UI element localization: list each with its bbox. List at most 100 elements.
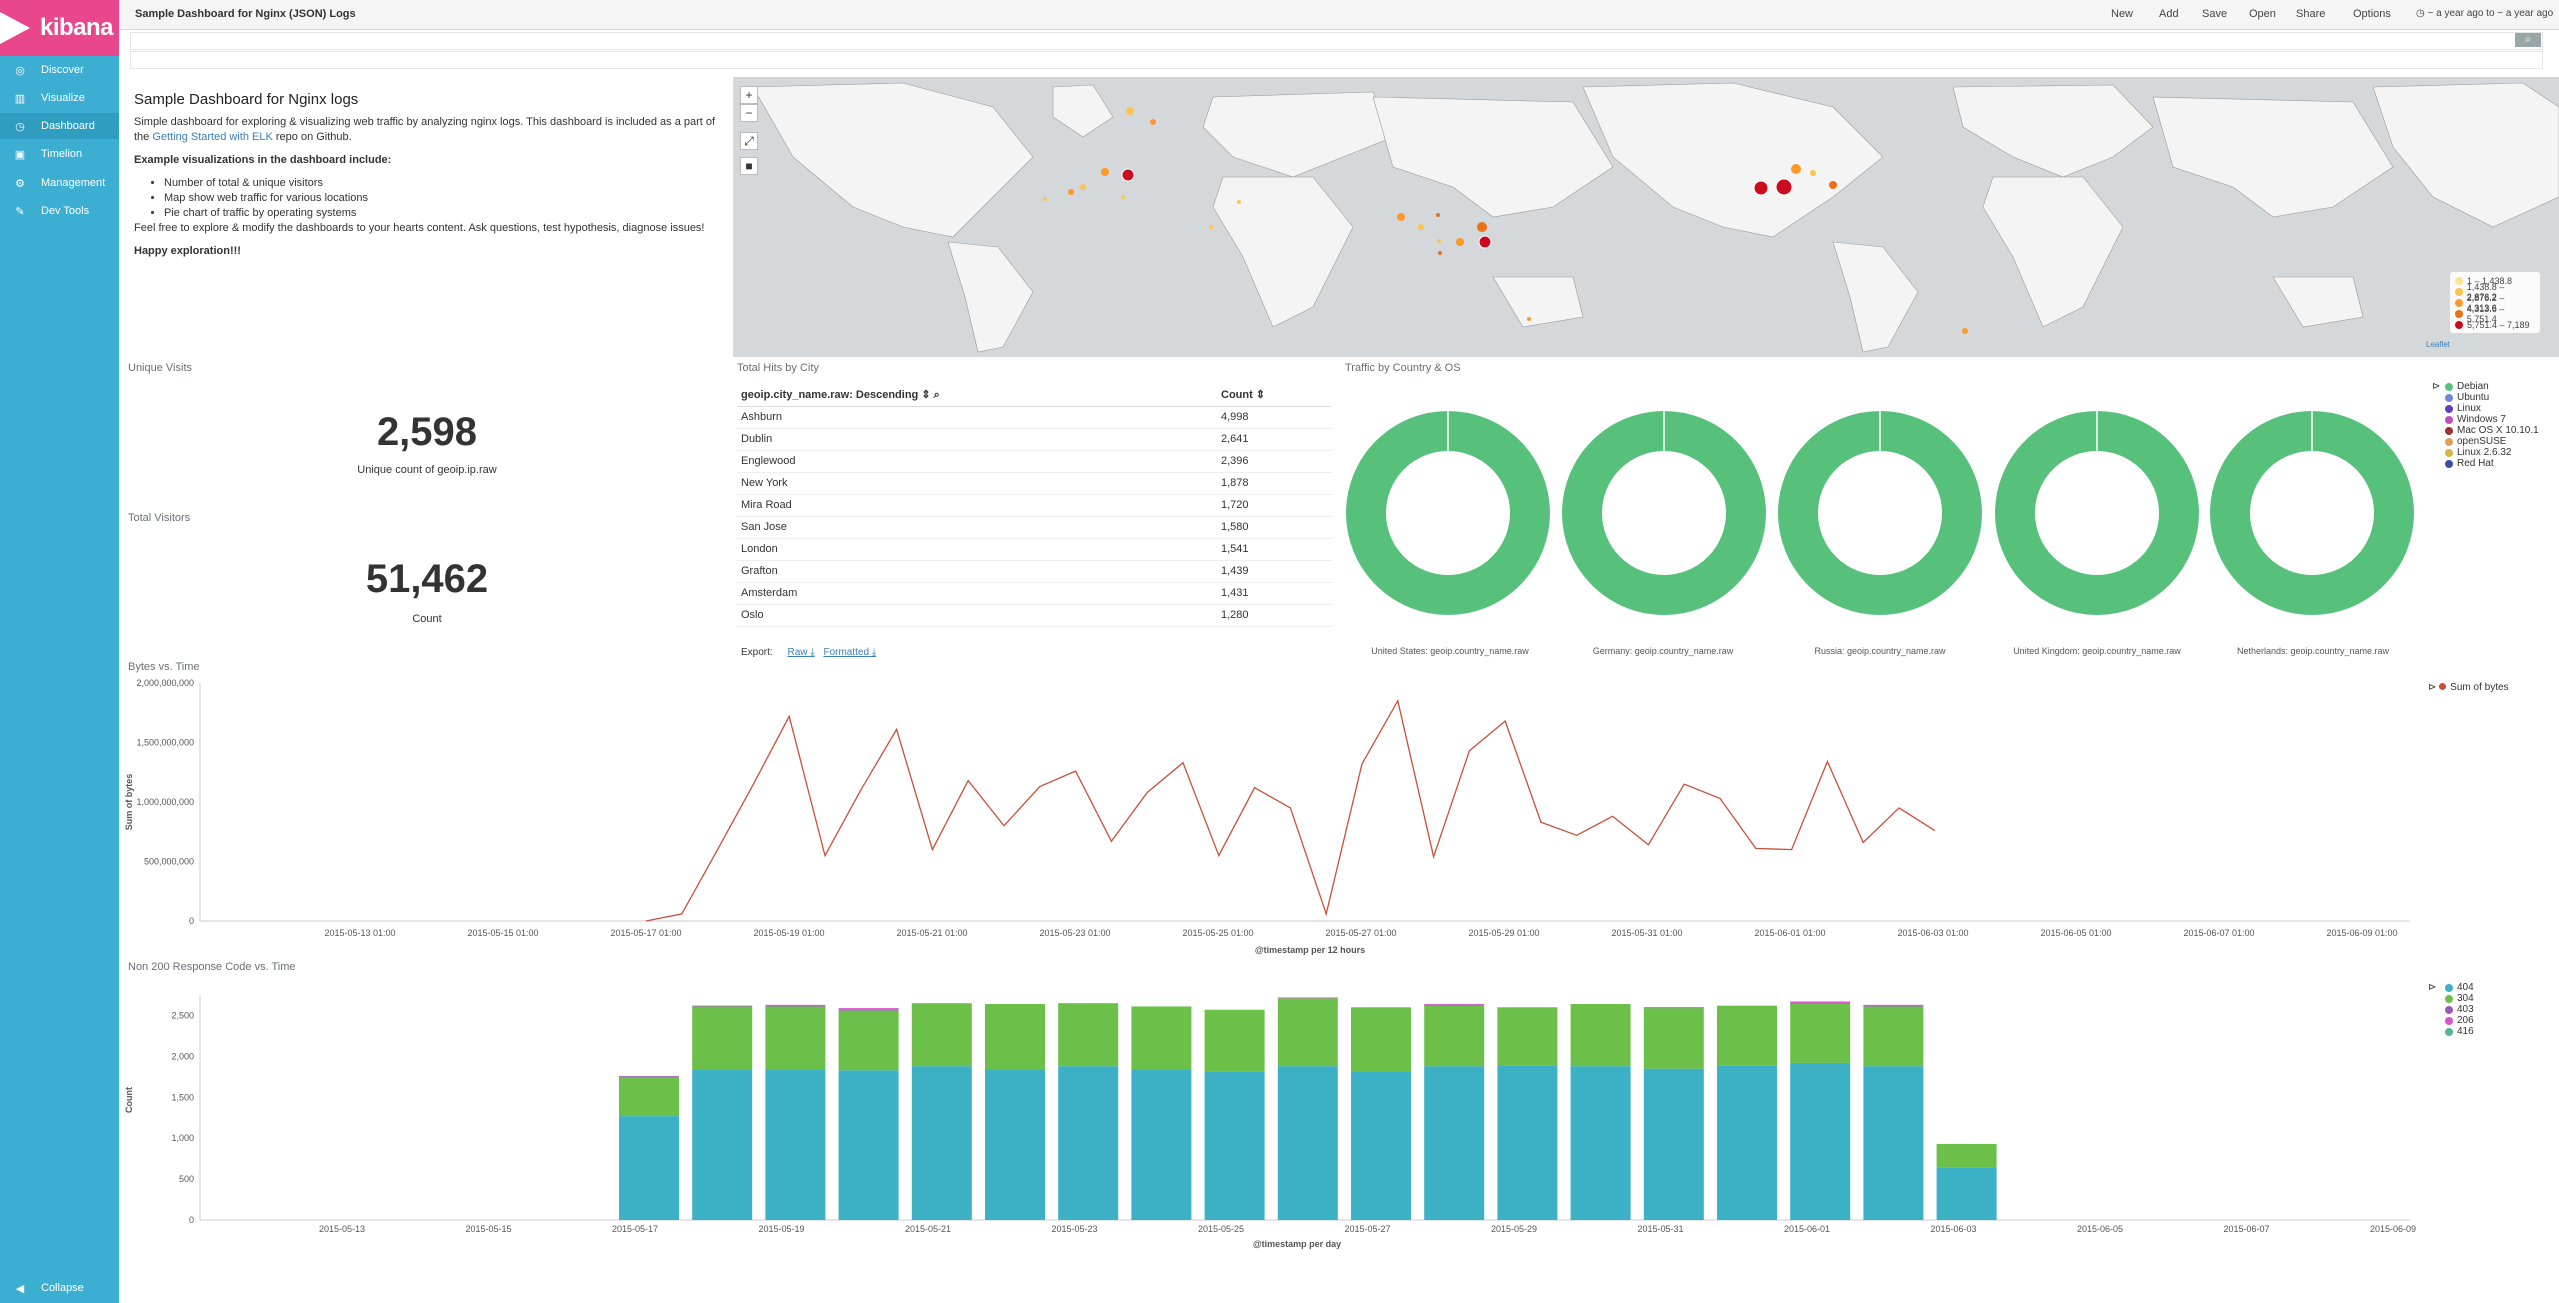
wrench-icon: ✎ [15,205,25,218]
legend-toggle[interactable]: ⊳ [2428,982,2436,993]
zoom-in-button[interactable]: + [740,86,758,104]
export-formatted-link[interactable]: Formatted ⤓ [823,647,876,658]
x-axis-label: @timestamp per 12 hours [1255,945,1365,955]
y-axis-label: Count [124,1087,134,1113]
fit-bounds-button[interactable]: ⤢ [740,132,758,150]
chevron-icon[interactable]: ⊳ [2428,682,2436,693]
legend-item[interactable]: Mac OS X 10.10.1 [2445,425,2539,436]
legend-item[interactable]: 403 [2445,1004,2474,1015]
x-tick-label: 2015-05-15 [465,1224,511,1234]
legend-label[interactable]: Sum of bytes [2450,682,2508,693]
y-tick-label: 1,000,000,000 [136,797,194,807]
examples-list: Number of total & unique visitors Map sh… [134,176,724,221]
legend-item[interactable]: Ubuntu [2445,392,2539,403]
unique-visits-label: Unique count of geoip.ip.raw [357,464,497,476]
legend-item[interactable]: Windows 7 [2445,414,2539,425]
bar-segment-404 [911,1066,972,1220]
legend-item[interactable]: 404 [2445,982,2474,993]
draw-rectangle-button[interactable]: ■ [740,157,758,175]
export-label: Export: [741,647,773,658]
fit-bounds-icon: ⤢ [744,134,754,148]
legend-item[interactable]: openSUSE [2445,436,2539,447]
query-input[interactable] [130,32,2543,50]
table-cell: 2,396 [1217,450,1332,473]
legend-dot [2445,459,2453,468]
bar-segment-304 [765,1006,826,1070]
search-button[interactable]: ⌕ [2515,33,2541,47]
legend-label: Windows 7 [2457,414,2506,425]
legend-dot [2455,276,2463,285]
table-cell: 1,439 [1217,560,1332,583]
legend-dot [2439,683,2447,690]
legend-dot [2445,1027,2453,1036]
kibana-logo[interactable]: kibana [0,0,119,56]
y-tick-label: 0 [189,1215,194,1225]
zoom-out-button[interactable]: − [740,104,758,122]
x-tick-label: 2015-05-27 01:00 [1325,928,1396,938]
donut-slice-debian [1562,411,1766,615]
filter-bar[interactable] [130,51,2543,69]
open-button[interactable]: Open [2249,8,2276,20]
legend-label: 5,751.4 – 7,189 [2467,319,2530,330]
sidebar-item-dashboard[interactable]: ◷ Dashboard [0,113,119,139]
legend-item[interactable]: Debian [2445,381,2539,392]
legend-item[interactable]: 206 [2445,1015,2474,1026]
bar-segment-404 [1277,1066,1338,1220]
table-cell: 1,541 [1217,538,1332,561]
legend-label: Ubuntu [2457,392,2490,403]
sidebar-item-management[interactable]: ⚙ Management [0,170,119,196]
chevron-icon: ⊳ [2432,381,2441,392]
bar-segment-304 [1204,1009,1265,1072]
legend-label: Debian [2457,381,2489,392]
sidebar-item-discover[interactable]: ◎ Discover [0,57,119,83]
legend-dot [2445,1016,2453,1025]
bar-segment-403 [838,1009,899,1011]
legend-item[interactable]: Linux [2445,403,2539,414]
markdown-outro: Feel free to explore & modify the dashbo… [134,222,705,234]
legend-label: Red Hat [2457,458,2494,469]
world-map[interactable]: + − ⤢ ■ Leaflet [733,77,2559,357]
legend-label: 304 [2457,993,2474,1004]
map-attribution[interactable]: Leaflet [2426,340,2450,349]
new-button[interactable]: New [2111,8,2133,20]
legend-toggle[interactable]: ⊳ [2432,381,2440,392]
download-icon: ⤓ [871,647,877,658]
sidebar-item-dev-tools[interactable]: ✎ Dev Tools [0,198,119,224]
export-raw-link[interactable]: Raw ⤓ [787,647,814,658]
x-tick-label: 2015-06-07 01:00 [2183,928,2254,938]
sidebar-item-visualize[interactable]: ▥ Visualize [0,85,119,111]
os-legend-list: Debian Ubuntu Linux Windows 7 Mac OS X 1… [2445,381,2539,469]
options-button[interactable]: Options [2353,8,2391,20]
list-item: Map show web traffic for various locatio… [164,191,724,206]
elk-repo-link[interactable]: Getting Started with ELK [152,131,272,143]
pie-label: United Kingdom: geoip.country_name.raw [2013,646,2181,656]
bar-segment-206 [765,1004,826,1006]
legend-item[interactable]: Linux 2.6.32 [2445,447,2539,458]
legend-item[interactable]: Red Hat [2445,458,2539,469]
table-row: Mira Road 1,720 [737,494,1332,517]
save-button[interactable]: Save [2202,8,2227,20]
export-bar: Export: Raw ⤓ Formatted ⤓ [741,647,876,658]
share-button[interactable]: Share [2296,8,2325,20]
bar-segment-304 [838,1010,899,1071]
add-button[interactable]: Add [2159,8,2179,20]
bar-segment-404 [1863,1066,1924,1220]
legend-item[interactable]: 304 [2445,993,2474,1004]
donut-slice-debian [1346,411,1550,615]
sidebar-item-timelion[interactable]: ▣ Timelion [0,141,119,167]
collapse-button[interactable]: ◀ Collapse [0,1275,119,1301]
time-picker[interactable]: ◷ ~ a year ago to ~ a year ago [2416,8,2553,19]
examples-heading-text: Example visualizations in the dashboard … [134,154,392,166]
legend-label: 206 [2457,1015,2474,1026]
column-header-city[interactable]: geoip.city_name.raw: Descending ⇕ ⌕ [737,384,1217,407]
bar-segment-403 [619,1076,679,1077]
legend-item[interactable]: 416 [2445,1026,2474,1037]
bytes-legend: ⊳ Sum of bytes [2428,682,2509,693]
x-tick-label: 2015-05-31 01:00 [1611,928,1682,938]
bar-segment-304 [1570,1004,1631,1067]
sidebar-item-label: Dashboard [41,120,95,132]
legend-dot [2455,320,2463,329]
legend-label: openSUSE [2457,436,2507,447]
column-header-count[interactable]: Count ⇕ [1217,384,1332,407]
list-item: Pie chart of traffic by operating system… [164,206,724,221]
